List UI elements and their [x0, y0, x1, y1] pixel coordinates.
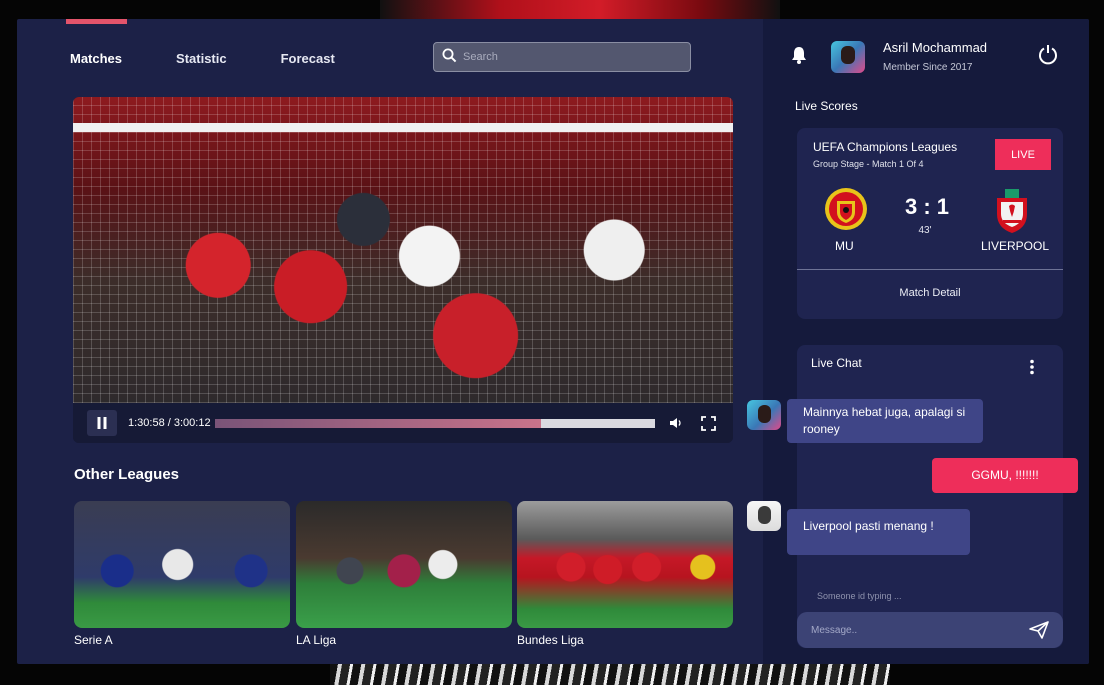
fullscreen-icon[interactable] [700, 415, 716, 431]
app-window: Matches Statistic Forecast 1:30:58 / 3:0… [17, 19, 1089, 664]
chat-message: Liverpool pasti menang ! [787, 509, 970, 555]
mu-crest-icon [823, 186, 869, 232]
match-score: 3 : 1 [904, 194, 950, 219]
user-name: Asril Mochammad [883, 40, 988, 55]
search-box [433, 42, 691, 72]
more-options-icon[interactable] [1029, 359, 1035, 379]
pause-icon [97, 417, 107, 429]
league-card-bundes-liga[interactable]: Bundes Liga [517, 501, 733, 647]
video-goalpost [73, 123, 733, 132]
message-box [797, 612, 1063, 648]
league-name: Bundes Liga [517, 633, 584, 647]
typing-indicator: Someone id typing ... [817, 591, 902, 601]
message-input[interactable] [811, 624, 1011, 636]
main-panel: Matches Statistic Forecast 1:30:58 / 3:0… [17, 19, 763, 664]
live-badge: LIVE [995, 139, 1051, 170]
power-icon[interactable] [1037, 43, 1059, 69]
background-art-bottom [330, 663, 890, 685]
live-scores-title: Live Scores [795, 99, 858, 113]
video-player: 1:30:58 / 3:00:12 [73, 97, 733, 443]
league-thumbnail[interactable] [74, 501, 290, 628]
bell-icon[interactable] [789, 45, 809, 69]
liverpool-crest-icon [989, 186, 1035, 233]
match-detail-button[interactable]: Match Detail [797, 270, 1063, 316]
member-since: Member Since 2017 [883, 62, 973, 73]
other-leagues-title: Other Leagues [74, 466, 180, 483]
chat-message: Mainnya hebat juga, apalagi si rooney [787, 399, 983, 443]
match-minute: 43' [918, 225, 932, 236]
send-icon[interactable] [1029, 621, 1049, 639]
competition-stage: Group Stage - Match 1 Of 4 [813, 159, 924, 169]
player-controls: 1:30:58 / 3:00:12 [73, 403, 733, 443]
seek-bar[interactable] [214, 418, 655, 428]
seek-bar-fill [214, 418, 542, 428]
chat-user-avatar [747, 400, 781, 430]
home-team-name: MU [835, 239, 854, 253]
top-nav: Matches Statistic Forecast [70, 51, 389, 66]
chat-user-face [758, 506, 771, 524]
nav-statistic[interactable]: Statistic [176, 51, 227, 66]
active-tab-indicator [66, 19, 127, 24]
right-sidebar: Asril Mochammad Member Since 2017 Live S… [747, 19, 1089, 664]
search-input[interactable] [463, 51, 683, 63]
search-icon [442, 48, 457, 67]
away-team-name: LIVERPOOL [981, 239, 1050, 253]
chat-message-own: GGMU, !!!!!!! [932, 458, 1078, 493]
competition-name: UEFA Champions Leagues [813, 140, 958, 154]
avatar-face [841, 46, 855, 64]
avatar[interactable] [831, 41, 865, 73]
chat-user-face [758, 405, 771, 423]
league-thumbnail[interactable] [296, 501, 512, 628]
background-art-top [380, 0, 780, 20]
chat-user-avatar [747, 501, 781, 531]
league-card-serie-a[interactable]: Serie A [74, 501, 290, 647]
league-thumbnail[interactable] [517, 501, 733, 628]
nav-matches[interactable]: Matches [70, 51, 122, 66]
pause-button[interactable] [87, 410, 117, 436]
league-card-la-liga[interactable]: LA Liga [296, 501, 512, 647]
live-score-card: UEFA Champions Leagues Group Stage - Mat… [797, 128, 1063, 319]
nav-forecast[interactable]: Forecast [281, 51, 335, 66]
league-name: LA Liga [296, 633, 337, 647]
live-chat-card: Live Chat Someone id typing ... [797, 345, 1063, 648]
video-frame[interactable] [73, 97, 733, 403]
league-name: Serie A [74, 633, 113, 647]
playback-time: 1:30:58 / 3:00:12 [128, 417, 211, 429]
volume-icon[interactable] [669, 417, 683, 429]
live-chat-title: Live Chat [811, 356, 862, 370]
user-bar: Asril Mochammad Member Since 2017 [763, 39, 1089, 79]
